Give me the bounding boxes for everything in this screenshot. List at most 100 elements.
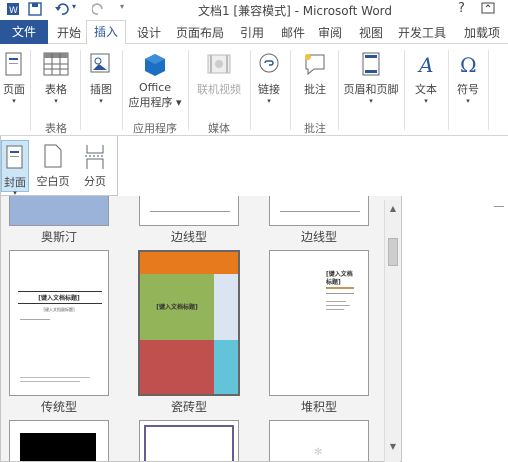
traditional-subtitle: [键入文档副标题] xyxy=(43,307,75,312)
cover-page-gallery: 奥斯汀 边线型 边线型 [键入文档标题] [键入文档副标题] 传统型 [键入文档… xyxy=(0,196,402,462)
links-button[interactable]: 链接 ▾ xyxy=(254,52,284,105)
cover-page-icon xyxy=(6,145,23,169)
group-separator xyxy=(80,50,81,130)
pages-dropdown-icon: ▾ xyxy=(12,97,16,105)
tab-view[interactable]: 视图 xyxy=(359,24,383,41)
tab-insert[interactable]: 插入 xyxy=(86,20,126,45)
document-area[interactable] xyxy=(402,136,508,462)
pages-icon xyxy=(5,52,22,76)
scroll-up-arrow-icon[interactable]: ▲ xyxy=(385,202,401,216)
pages-dropdown: 封面 ▾ 空白页 分页 xyxy=(0,136,118,197)
header-footer-button[interactable]: 页眉和页脚 ▾ xyxy=(340,52,402,105)
blank-page-button[interactable]: 空白页 xyxy=(33,140,73,192)
table-group-label: 表格 xyxy=(45,122,67,135)
text-label: 文本 xyxy=(415,83,437,96)
cover-thumb-sideline-1[interactable] xyxy=(139,196,239,226)
svg-text:W: W xyxy=(9,6,18,16)
word-app-icon: W xyxy=(6,2,20,19)
redo-icon[interactable] xyxy=(91,2,106,19)
link-icon xyxy=(259,53,279,73)
save-icon[interactable] xyxy=(28,2,42,19)
text-button[interactable]: A 文本 ▾ xyxy=(408,52,444,105)
cover-caption-stack: 堆积型 xyxy=(300,400,337,414)
svg-text:A: A xyxy=(417,53,433,77)
table-label: 表格 xyxy=(45,83,67,96)
tab-design[interactable]: 设计 xyxy=(137,24,161,41)
illustrations-label: 插图 xyxy=(90,83,112,96)
ribbon-tab-bar: 文件 开始 插入 设计 页面布局 引用 邮件 审阅 视图 开发工具 加载项 xyxy=(0,20,508,45)
tab-mailings[interactable]: 邮件 xyxy=(281,24,305,41)
tab-file[interactable]: 文件 xyxy=(0,20,48,44)
gallery-scrollbar[interactable]: ▲ ▼ xyxy=(384,200,400,462)
page-break-icon xyxy=(85,145,105,169)
header-footer-dropdown-icon: ▾ xyxy=(369,97,373,105)
symbols-button[interactable]: Ω 符号 ▾ xyxy=(452,52,484,105)
symbols-dropdown-icon: ▾ xyxy=(466,97,470,105)
tab-review[interactable]: 审阅 xyxy=(318,24,342,41)
stack-title-line-2: 标题] xyxy=(326,279,341,286)
cover-thumb-traditional[interactable]: [键入文档标题] [键入文档副标题] xyxy=(9,250,109,396)
comment-label: 批注 xyxy=(304,83,326,96)
group-separator xyxy=(122,50,123,130)
svg-text:Ω: Ω xyxy=(460,53,477,77)
page-break-button[interactable]: 分页 xyxy=(77,140,113,192)
cover-caption-tile: 瓷砖型 xyxy=(170,400,207,414)
comment-icon xyxy=(305,54,325,76)
scroll-down-arrow-icon[interactable]: ▼ xyxy=(385,440,401,454)
scroll-thumb[interactable] xyxy=(388,238,398,266)
cover-page-label: 封面 xyxy=(4,176,26,189)
help-button[interactable]: ? xyxy=(458,1,465,16)
title-bar: W ▾ ▾ 文档1 [兼容模式] - Microsoft Word ? xyxy=(0,0,508,20)
undo-dropdown-icon[interactable]: ▾ xyxy=(72,2,76,11)
margin-mark xyxy=(494,206,504,207)
tab-developer[interactable]: 开发工具 xyxy=(398,24,446,41)
cover-page-button[interactable]: 封面 ▾ xyxy=(1,140,29,197)
table-dropdown-icon: ▾ xyxy=(54,97,58,105)
links-label: 链接 xyxy=(258,83,280,96)
blank-page-icon xyxy=(44,144,62,168)
group-separator xyxy=(250,50,251,130)
tab-home[interactable]: 开始 xyxy=(57,24,81,41)
table-icon xyxy=(43,52,69,76)
group-separator xyxy=(404,50,405,130)
pages-button[interactable]: 页面 ▾ xyxy=(0,52,28,105)
comment-group-label: 批注 xyxy=(304,122,326,135)
cover-thumb-sideline-2[interactable] xyxy=(269,196,369,226)
office-apps-label-2: 应用程序 ▾ xyxy=(128,96,182,109)
undo-icon[interactable] xyxy=(54,2,70,19)
illustrations-button[interactable]: 插图 ▾ xyxy=(86,52,116,105)
ribbon-display-options-icon[interactable] xyxy=(480,0,496,19)
office-apps-button[interactable]: Office 应用程序 ▾ xyxy=(126,52,184,110)
online-video-button[interactable]: 联机视频 xyxy=(192,52,246,97)
cover-thumb-austin[interactable] xyxy=(9,196,109,226)
cover-caption-sideline-1: 边线型 xyxy=(170,230,207,244)
office-apps-label-1: Office xyxy=(138,81,172,94)
header-footer-icon xyxy=(362,52,380,76)
table-button[interactable]: 表格 ▾ xyxy=(38,52,74,105)
blank-page-label: 空白页 xyxy=(36,175,70,188)
illustrations-dropdown-icon: ▾ xyxy=(99,97,103,105)
cover-caption-traditional: 传统型 xyxy=(40,400,77,414)
cover-thumb-row3-2[interactable] xyxy=(139,420,239,461)
cover-thumb-row3-3[interactable]: ✻ xyxy=(269,420,369,461)
tab-page-layout[interactable]: 页面布局 xyxy=(176,24,224,41)
customize-qat-icon[interactable]: ▾ xyxy=(120,2,124,11)
office-store-icon xyxy=(145,54,165,76)
comment-button[interactable]: 批注 xyxy=(294,52,336,97)
snowflake-icon: ✻ xyxy=(314,447,323,458)
online-video-icon xyxy=(207,54,231,74)
text-icon: A xyxy=(417,53,433,77)
tab-addins[interactable]: 加载项 xyxy=(464,24,500,41)
cover-thumb-stack[interactable]: [键入文档 标题] xyxy=(269,250,369,396)
cover-thumb-tile[interactable]: [键入文档标题] xyxy=(138,250,240,396)
cover-thumb-row3-1[interactable] xyxy=(9,420,109,461)
text-dropdown-icon: ▾ xyxy=(424,97,428,105)
group-separator xyxy=(488,50,489,130)
group-separator xyxy=(448,50,449,130)
group-separator xyxy=(30,50,31,130)
apps-group-label: 应用程序 xyxy=(133,122,177,135)
pages-label: 页面 xyxy=(3,83,25,96)
symbols-label: 符号 xyxy=(457,83,479,96)
traditional-title: [键入文档标题] xyxy=(38,295,80,302)
tab-references[interactable]: 引用 xyxy=(240,24,264,41)
